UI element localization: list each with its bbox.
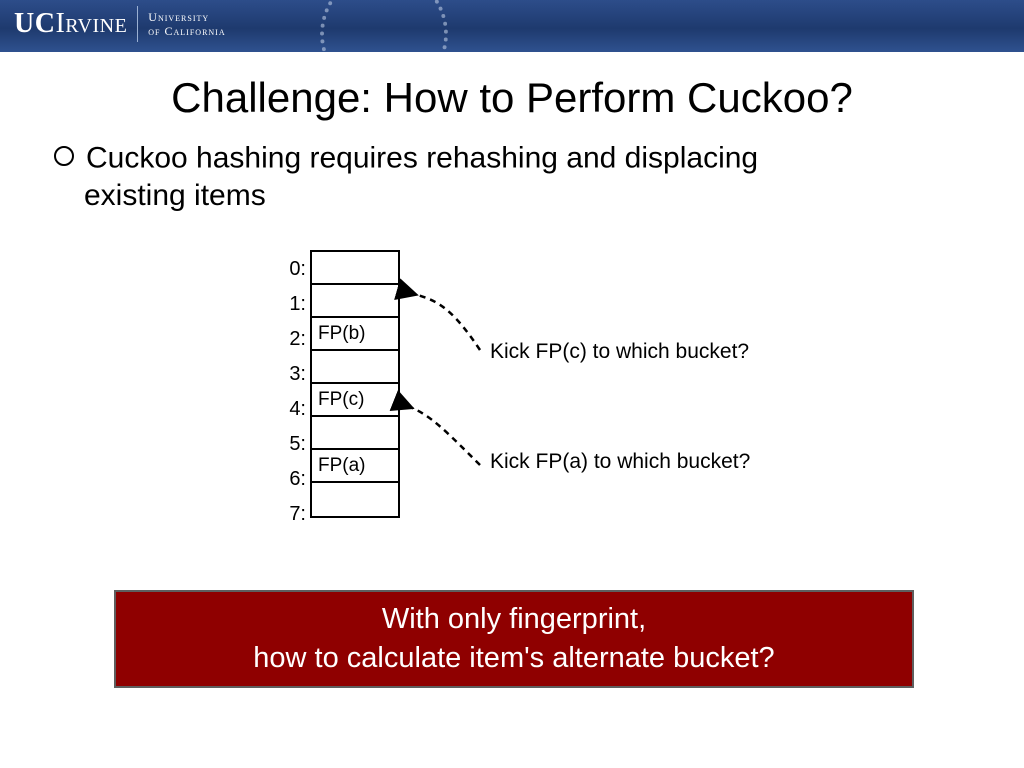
bullet-block: Cuckoo hashing requires rehashing and di… [54, 138, 954, 214]
bucket-table: FP(b) FP(c) FP(a) [310, 250, 400, 518]
bucket-label-2: 2: [280, 322, 306, 357]
bucket-label-7: 7: [280, 497, 306, 532]
arrow-kick-a [410, 407, 480, 465]
bucket-label-0: 0: [280, 252, 306, 287]
bucket-cell-1 [312, 285, 398, 318]
callout-line1: With only fingerprint, [116, 600, 912, 639]
bucket-label-5: 5: [280, 427, 306, 462]
bucket-label-3: 3: [280, 357, 306, 392]
logo-sub-line1: University [148, 10, 209, 24]
bucket-cell-7 [312, 483, 398, 516]
bucket-label-6: 6: [280, 462, 306, 497]
bucket-cell-2: FP(b) [312, 318, 398, 351]
header-logo: UCIrvine University of California [14, 6, 226, 42]
bucket-cell-3 [312, 351, 398, 384]
callout-line2: how to calculate item's alternate bucket… [116, 639, 912, 678]
logo-subtitle: University of California [148, 10, 225, 39]
bullet-line1: Cuckoo hashing requires rehashing and di… [86, 141, 758, 174]
diagram: 0: 1: 2: 3: 4: 5: 6: 7: FP(b) FP(c) FP(a… [280, 250, 780, 550]
bucket-cell-4: FP(c) [312, 384, 398, 417]
logo-divider [137, 6, 138, 42]
header-bar: UCIrvine University of California [0, 0, 1024, 52]
logo-main: UCIrvine [14, 8, 127, 40]
bucket-label-4: 4: [280, 392, 306, 427]
annotation-kick-c: Kick FP(c) to which bucket? [490, 340, 749, 364]
bucket-cell-5 [312, 417, 398, 450]
logo-sub-line2: of California [148, 24, 225, 38]
bullet-line2: existing items [84, 177, 954, 215]
bullet-marker-icon [54, 146, 74, 166]
slide-title: Challenge: How to Perform Cuckoo? [0, 74, 1024, 122]
seal-icon [320, 0, 448, 52]
callout-box: With only fingerprint, how to calculate … [114, 590, 914, 688]
bucket-cell-0 [312, 252, 398, 285]
bucket-cell-6: FP(a) [312, 450, 398, 483]
arrow-kick-c [414, 294, 480, 350]
bucket-label-1: 1: [280, 287, 306, 322]
annotation-kick-a: Kick FP(a) to which bucket? [490, 450, 750, 474]
